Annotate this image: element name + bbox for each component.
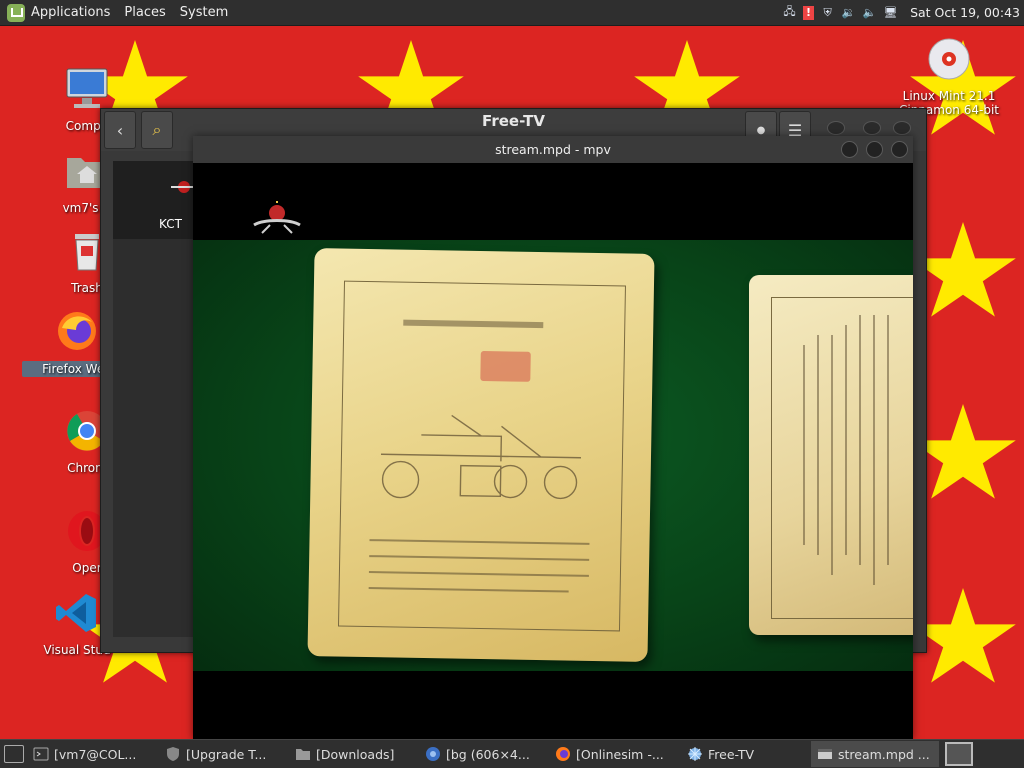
- workspace-switcher[interactable]: [945, 742, 973, 766]
- red-seal: [480, 350, 531, 382]
- vscode-icon: [56, 594, 96, 632]
- task-label: [Downloads]: [316, 746, 395, 762]
- top-panel: Applications Places System 🖧 ! ⛨ 🔉 🔈 🖥 S…: [0, 0, 1024, 26]
- task-freetv[interactable]: Free-TV: [681, 741, 811, 767]
- text-column: [817, 335, 819, 555]
- dvd-label-line1: Linux Mint 21.1: [902, 89, 996, 103]
- display-icon[interactable]: 🖥: [883, 6, 898, 20]
- terminal-icon: [33, 747, 49, 761]
- video-area[interactable]: [193, 163, 913, 740]
- freetv-icon: [688, 747, 702, 761]
- speaker-icon[interactable]: 🔈: [862, 6, 877, 20]
- task-label: [bg (606×4...: [446, 746, 530, 762]
- document-page-right: [749, 275, 913, 635]
- desktop-icon-dvd[interactable]: Linux Mint 21.1 Cinnamon 64-bit: [894, 36, 1004, 117]
- document-page-left: [307, 248, 655, 662]
- channel-label: KCT: [159, 217, 182, 231]
- mpv-maximize-button[interactable]: [866, 141, 883, 158]
- text-column: [803, 345, 805, 545]
- task-label: [Onlinesim -...: [576, 746, 664, 762]
- maximize-button[interactable]: [863, 121, 881, 135]
- image-viewer-icon: [426, 747, 440, 761]
- firefox-icon: [556, 747, 570, 761]
- folder-icon: [296, 749, 310, 760]
- page-border: [771, 297, 913, 619]
- task-downloads[interactable]: [Downloads]: [289, 741, 419, 767]
- text-column: [845, 325, 847, 555]
- menu-applications[interactable]: Applications: [31, 5, 110, 20]
- system-tray: 🖧 ! ⛨ 🔉 🔈 🖥 Sat Oct 19, 00:43: [782, 0, 1024, 25]
- shield-icon[interactable]: ⛨: [820, 6, 835, 20]
- text-column: [859, 315, 861, 565]
- mpv-icon: [818, 749, 832, 759]
- network-icon[interactable]: 🖧: [782, 5, 797, 20]
- dvd-disc-icon: [928, 38, 970, 80]
- clock[interactable]: Sat Oct 19, 00:43: [910, 5, 1020, 20]
- mint-menu-icon[interactable]: [7, 3, 25, 22]
- menu-system[interactable]: System: [180, 5, 228, 20]
- task-label: Free-TV: [708, 746, 755, 762]
- page-illustration: [380, 414, 581, 500]
- task-mpv[interactable]: stream.mpd ...: [811, 741, 939, 767]
- menu-places[interactable]: Places: [124, 5, 165, 20]
- taskbar: [vm7@COL... [Upgrade T... [Downloads] [b…: [0, 739, 1024, 768]
- text-column: [873, 315, 875, 585]
- show-desktop-button[interactable]: [4, 745, 24, 763]
- mpv-minimize-button[interactable]: [841, 141, 858, 158]
- task-label: [vm7@COL...: [54, 746, 137, 762]
- volume-icon[interactable]: 🔉: [841, 6, 856, 20]
- mpv-window: stream.mpd - mpv: [193, 136, 913, 740]
- channel-watermark-icon: [253, 201, 301, 234]
- task-label: stream.mpd ...: [838, 746, 930, 762]
- text-column: [831, 335, 833, 575]
- shield-icon: [167, 747, 179, 761]
- task-upgrade[interactable]: [Upgrade T...: [159, 741, 289, 767]
- text-column: [887, 315, 889, 565]
- computer-icon: [66, 68, 108, 108]
- update-icon[interactable]: !: [803, 5, 815, 20]
- firefox-icon: [58, 312, 96, 350]
- minimize-button[interactable]: [827, 121, 845, 135]
- task-image-viewer[interactable]: [bg (606×4...: [419, 741, 549, 767]
- task-terminal[interactable]: [vm7@COL...: [27, 741, 159, 767]
- mpv-close-button[interactable]: [891, 141, 908, 158]
- mpv-title: stream.mpd - mpv: [495, 142, 611, 157]
- close-button[interactable]: [893, 121, 911, 135]
- task-firefox[interactable]: [Onlinesim -...: [549, 741, 681, 767]
- task-label: [Upgrade T...: [186, 746, 267, 762]
